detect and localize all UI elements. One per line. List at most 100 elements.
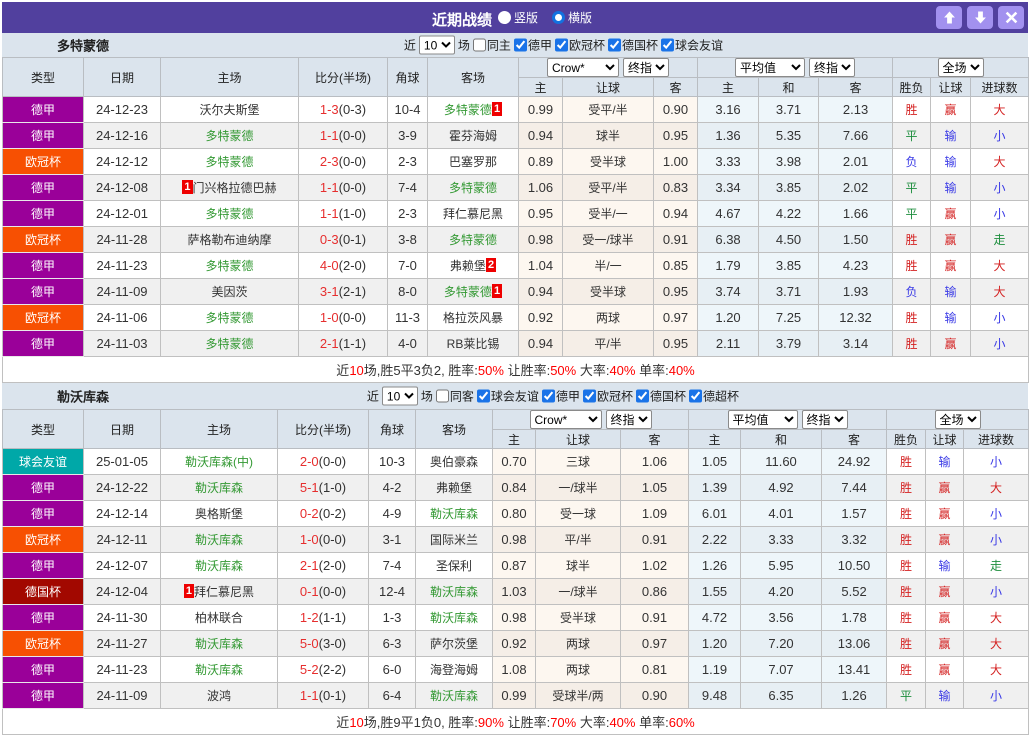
corner-count: 4-0 (387, 330, 428, 357)
col-header-4: 比分(半场) (298, 57, 388, 97)
odds-time-select[interactable]: 终指 (605, 410, 652, 429)
summary-stat-value: 50% (477, 363, 504, 378)
match-count-select[interactable]: 10 (381, 386, 418, 406)
away-team: 弗赖堡 (415, 474, 493, 501)
league-checkbox-5[interactable] (688, 389, 702, 403)
col-header-1: 类型 (2, 57, 84, 97)
fulltime-score: 2-1 (319, 336, 339, 351)
summary-text: 单率: (635, 715, 669, 730)
away-team: 拜仁慕尼黑 (427, 200, 519, 227)
match-date: 24-12-07 (83, 552, 161, 579)
avg-draw: 7.07 (740, 656, 823, 683)
scope-select[interactable]: 全场 (937, 58, 984, 77)
result-handicap: 赢 (930, 96, 972, 123)
team-label: 拜仁慕尼黑 (442, 207, 503, 221)
match-count-select[interactable]: 10 (418, 35, 455, 55)
league-badge: 欧冠杯 (2, 148, 84, 175)
halftime-score: (1-1) (318, 610, 347, 625)
summary-stat-value: 50% (550, 363, 577, 378)
league-badge: 德甲 (2, 330, 84, 357)
team-label: 门兴格拉德巴赫 (192, 181, 277, 195)
team-name: 勒沃库森 (57, 389, 110, 405)
halftime-score: (0-0) (338, 310, 367, 325)
odds-away: 0.90 (652, 96, 699, 123)
odds-time-select[interactable]: 终指 (623, 58, 669, 77)
avg-time-select[interactable]: 终指 (809, 58, 856, 77)
odds-home: 0.98 (492, 604, 536, 631)
score: 5-0(3-0) (277, 630, 369, 657)
same-venue-checkbox[interactable] (472, 38, 486, 52)
col-header-2: 日期 (83, 409, 161, 449)
team-label: 勒沃库森 (429, 689, 478, 703)
result-handicap: 赢 (925, 656, 965, 683)
move-up-button[interactable] (936, 6, 962, 29)
avg-draw: 3.85 (758, 174, 820, 201)
result-goals: 小 (970, 304, 1029, 331)
avg-draw: 4.22 (758, 200, 820, 227)
result-outcome: 胜 (886, 500, 927, 527)
corner-count: 7-4 (368, 552, 416, 579)
league-checkbox-2[interactable] (554, 38, 568, 52)
summary-text: 让胜率: (503, 363, 551, 378)
odds-home: 0.98 (492, 526, 536, 553)
filter-near-label: 近 (403, 38, 416, 53)
league-checkbox-2[interactable] (541, 389, 555, 403)
team-label: 奥伯豪森 (429, 455, 478, 469)
result-outcome: 胜 (886, 526, 927, 553)
move-down-button[interactable] (967, 6, 993, 29)
league-checkbox-3[interactable] (607, 38, 621, 52)
team-label: 美因茨 (211, 285, 248, 299)
odds-handicap: 受半球 (535, 604, 621, 631)
summary-text: 大率: (576, 363, 610, 378)
league-checkbox-4[interactable] (660, 38, 674, 52)
odds-handicap: 受一/球半 (562, 226, 654, 253)
league-checkbox-4[interactable] (635, 389, 649, 403)
league-checkbox-1[interactable] (476, 389, 490, 403)
team-label: 奥格斯堡 (194, 507, 243, 521)
odds-handicap: 半/一 (562, 252, 654, 279)
avg-time-select[interactable]: 终指 (801, 410, 848, 429)
match-row: 欧冠杯 24-11-06 多特蒙德 1-0(0-0) 11-3 格拉茨风暴 0.92 两球 0.… (2, 304, 1029, 331)
result-outcome: 胜 (892, 330, 932, 357)
match-row: 德甲 24-12-14 奥格斯堡 0-2(0-2) 4-9 勒沃库森 0.80 受一球 1.09… (2, 500, 1029, 527)
vertical-radio-icon[interactable] (498, 11, 511, 24)
col-header-5: 角球 (387, 57, 428, 97)
team-label: 多特蒙德 (205, 259, 254, 273)
team-label: RB莱比锡 (446, 337, 500, 351)
result-handicap: 赢 (925, 578, 965, 605)
same-venue-checkbox[interactable] (435, 389, 449, 403)
avg-home: 3.34 (697, 174, 760, 201)
odds-company-select[interactable]: Crow* (547, 58, 619, 77)
avg-away: 3.32 (821, 526, 888, 553)
away-team: 巴塞罗那 (427, 148, 519, 175)
close-button[interactable] (998, 6, 1024, 29)
avg-draw: 5.95 (740, 552, 823, 579)
avg-away: 1.57 (821, 500, 888, 527)
avg-type-select[interactable]: 平均值 (727, 410, 798, 429)
league-checkbox-1[interactable] (513, 38, 527, 52)
away-team: 勒沃库森 (415, 500, 493, 527)
match-row: 德甲 24-12-08 1 门兴格拉德巴赫 1-1(0-0) 7-4 多特蒙德 1.06 受平/… (2, 174, 1029, 201)
avg-type-select[interactable]: 平均值 (735, 58, 806, 77)
odds-company-select[interactable]: Crow* (529, 410, 602, 429)
odds-handicap: 受球半/两 (535, 682, 621, 709)
sub-col-header-4: 主 (688, 429, 742, 449)
score: 4-0(2-0) (298, 252, 388, 279)
team-label: 波鸿 (206, 689, 231, 703)
result-outcome: 胜 (892, 252, 932, 279)
window-buttons (936, 6, 1024, 29)
league-badge: 德甲 (2, 96, 84, 123)
home-team: 1 拜仁慕尼黑 (160, 578, 278, 605)
summary-stat-value: 60% (668, 715, 695, 730)
horizontal-radio-icon[interactable] (552, 11, 566, 24)
away-team: 多特蒙德 (427, 174, 519, 201)
col-header-1: 类型 (2, 409, 84, 449)
match-date: 24-12-14 (83, 500, 161, 527)
halftime-score: (1-0) (318, 480, 347, 495)
halftime-score: (0-2) (318, 506, 347, 521)
league-checkbox-3[interactable] (582, 389, 596, 403)
summary-row: 近10场,胜5平3负2, 胜率:50% 让胜率:50% 大率:40% 单率:40… (1, 356, 1029, 383)
odds-source-group: Crow* 终指 (517, 57, 699, 78)
scope-select[interactable]: 全场 (934, 410, 981, 429)
away-team: 国际米兰 (415, 526, 493, 553)
